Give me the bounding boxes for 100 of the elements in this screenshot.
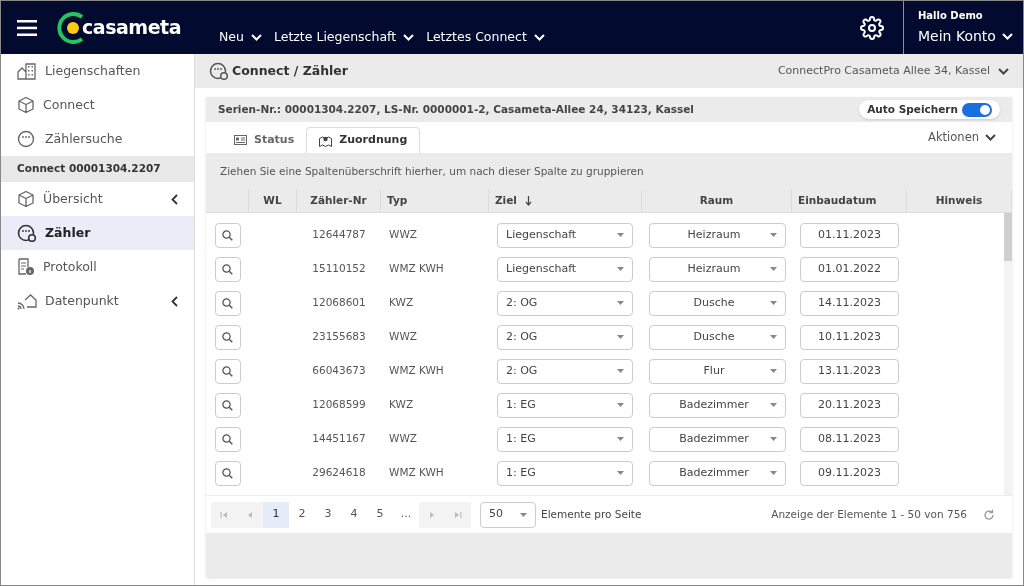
chevron-down-icon (985, 134, 996, 141)
chevron-down-icon (533, 34, 545, 42)
page-button[interactable]: 2 (289, 501, 315, 528)
search-button[interactable] (214, 392, 241, 418)
column-header[interactable]: WL (249, 190, 297, 212)
table-cell-text: WMZ KWH (388, 261, 445, 277)
date-field[interactable]: 09.11.2023 (800, 460, 899, 486)
dropdown-caret-icon (770, 267, 777, 271)
search-icon (222, 263, 233, 275)
room-select[interactable]: Heizraum (649, 222, 786, 248)
meter-icon (17, 130, 37, 148)
column-header[interactable]: Typ (381, 190, 489, 212)
breadcrumb: Connect / Zähler (232, 61, 348, 80)
refresh-button[interactable] (983, 508, 995, 521)
dropdown-caret-icon (770, 437, 777, 441)
table-cell-text: 12068601 (311, 295, 367, 311)
auto-save-toggle[interactable]: Auto Speichern (859, 100, 1000, 119)
context-selector[interactable]: ConnectPro Casameta Allee 34, Kassel (777, 62, 1009, 80)
date-field[interactable]: 14.11.2023 (800, 290, 899, 316)
room-select[interactable]: Flur (649, 358, 786, 384)
dropdown-caret-icon (617, 233, 624, 237)
dropdown-caret-icon (617, 267, 624, 271)
search-button[interactable] (214, 290, 241, 316)
search-button[interactable] (214, 324, 241, 350)
page-button[interactable]: 1 (263, 501, 289, 528)
target-select[interactable]: 1: EG (497, 392, 633, 418)
sidebar-item[interactable]: Zähler (1, 216, 194, 250)
target-select[interactable]: Liegenschaft (497, 256, 633, 282)
target-select[interactable]: Liegenschaft (497, 222, 633, 248)
table-cell-text: 12068599 (311, 397, 367, 413)
page-button[interactable]: 4 (341, 501, 367, 528)
search-button[interactable] (214, 358, 241, 384)
nav-menu[interactable]: Letzte Liegenschaft (273, 28, 415, 47)
chevron-left-icon (171, 193, 178, 205)
date-field[interactable]: 01.11.2023 (800, 222, 899, 248)
search-button[interactable] (214, 222, 241, 248)
table-cell-text: WMZ KWH (388, 465, 445, 481)
room-select[interactable]: Badezimmer (649, 460, 786, 486)
smart-home-icon (17, 292, 37, 310)
map-pin-icon (319, 134, 333, 147)
room-select[interactable]: Heizraum (649, 256, 786, 282)
column-header[interactable]: Hinweis (907, 190, 1012, 212)
previous-page-icon (246, 510, 254, 519)
target-select[interactable]: 2: OG (497, 358, 633, 384)
table-cell-text: KWZ (388, 397, 415, 413)
date-field[interactable]: 10.11.2023 (800, 324, 899, 350)
buildings-icon (17, 62, 37, 80)
actions-menu[interactable]: Aktionen (928, 128, 996, 147)
dropdown-caret-icon (770, 301, 777, 305)
page-button[interactable]: ... (393, 501, 419, 528)
search-icon (222, 433, 233, 445)
table-cell-text: 14451167 (311, 431, 367, 447)
sidebar-item[interactable]: Connect (1, 88, 194, 122)
page-size-select[interactable]: 50 (480, 501, 536, 528)
nav-menu[interactable]: Letztes Connect (426, 28, 545, 47)
target-select[interactable]: 1: EG (497, 460, 633, 486)
account-menu[interactable]: Mein Konto (918, 26, 1023, 47)
target-select[interactable]: 2: OG (497, 290, 633, 316)
search-button[interactable] (214, 256, 241, 282)
date-field[interactable]: 20.11.2023 (800, 392, 899, 418)
page-button[interactable]: 5 (367, 501, 393, 528)
target-select[interactable]: 1: EG (497, 426, 633, 452)
sidebar-item[interactable]: Liegenschaften (1, 54, 194, 88)
settings-icon (860, 15, 884, 40)
room-select[interactable]: Dusche (649, 290, 786, 316)
nav-menu[interactable]: Neu (219, 28, 262, 47)
sidebar-item[interactable]: Datenpunkt (1, 284, 194, 318)
column-header[interactable]: Raum (642, 190, 792, 212)
dropdown-caret-icon (617, 437, 624, 441)
dropdown-caret-icon (617, 403, 624, 407)
target-select[interactable]: 2: OG (497, 324, 633, 350)
refresh-icon (983, 508, 995, 521)
date-field[interactable]: 01.01.2022 (800, 256, 899, 282)
document-icon (17, 258, 35, 276)
info-text: Serien-Nr.: 00001304.2207, LS-Nr. 0000001-2, Casameta-Allee 24, 34123, Kassel (218, 101, 694, 117)
page-button[interactable]: 3 (315, 501, 341, 528)
date-field[interactable]: 13.11.2023 (800, 358, 899, 384)
sidebar-item[interactable]: Protokoll (1, 250, 194, 284)
sidebar-item[interactable]: Übersicht (1, 182, 194, 216)
tab[interactable]: Status (222, 127, 307, 153)
search-icon (222, 467, 233, 479)
sidebar-item[interactable]: Zählersuche (1, 122, 194, 156)
scrollbar-thumb[interactable] (1004, 213, 1012, 261)
meter-icon (17, 224, 37, 242)
room-select[interactable]: Badezimmer (649, 392, 786, 418)
next-page-icon (428, 510, 436, 519)
search-button[interactable] (214, 426, 241, 452)
room-select[interactable]: Badezimmer (649, 426, 786, 452)
search-button[interactable] (214, 460, 241, 486)
date-field[interactable]: 08.11.2023 (800, 426, 899, 452)
room-select[interactable]: Dusche (649, 324, 786, 350)
column-header[interactable]: Ziel (489, 190, 642, 212)
scrollbar[interactable] (1004, 213, 1012, 495)
greeting-text: Hallo Demo (918, 9, 984, 23)
column-header[interactable]: Einbaudatum (792, 190, 907, 212)
search-icon (222, 229, 233, 241)
toggle-switch[interactable] (962, 102, 992, 117)
chevron-down-icon (998, 67, 1009, 75)
column-header[interactable]: Zähler-Nr (297, 190, 381, 212)
tab[interactable]: Zuordnung (306, 127, 421, 153)
